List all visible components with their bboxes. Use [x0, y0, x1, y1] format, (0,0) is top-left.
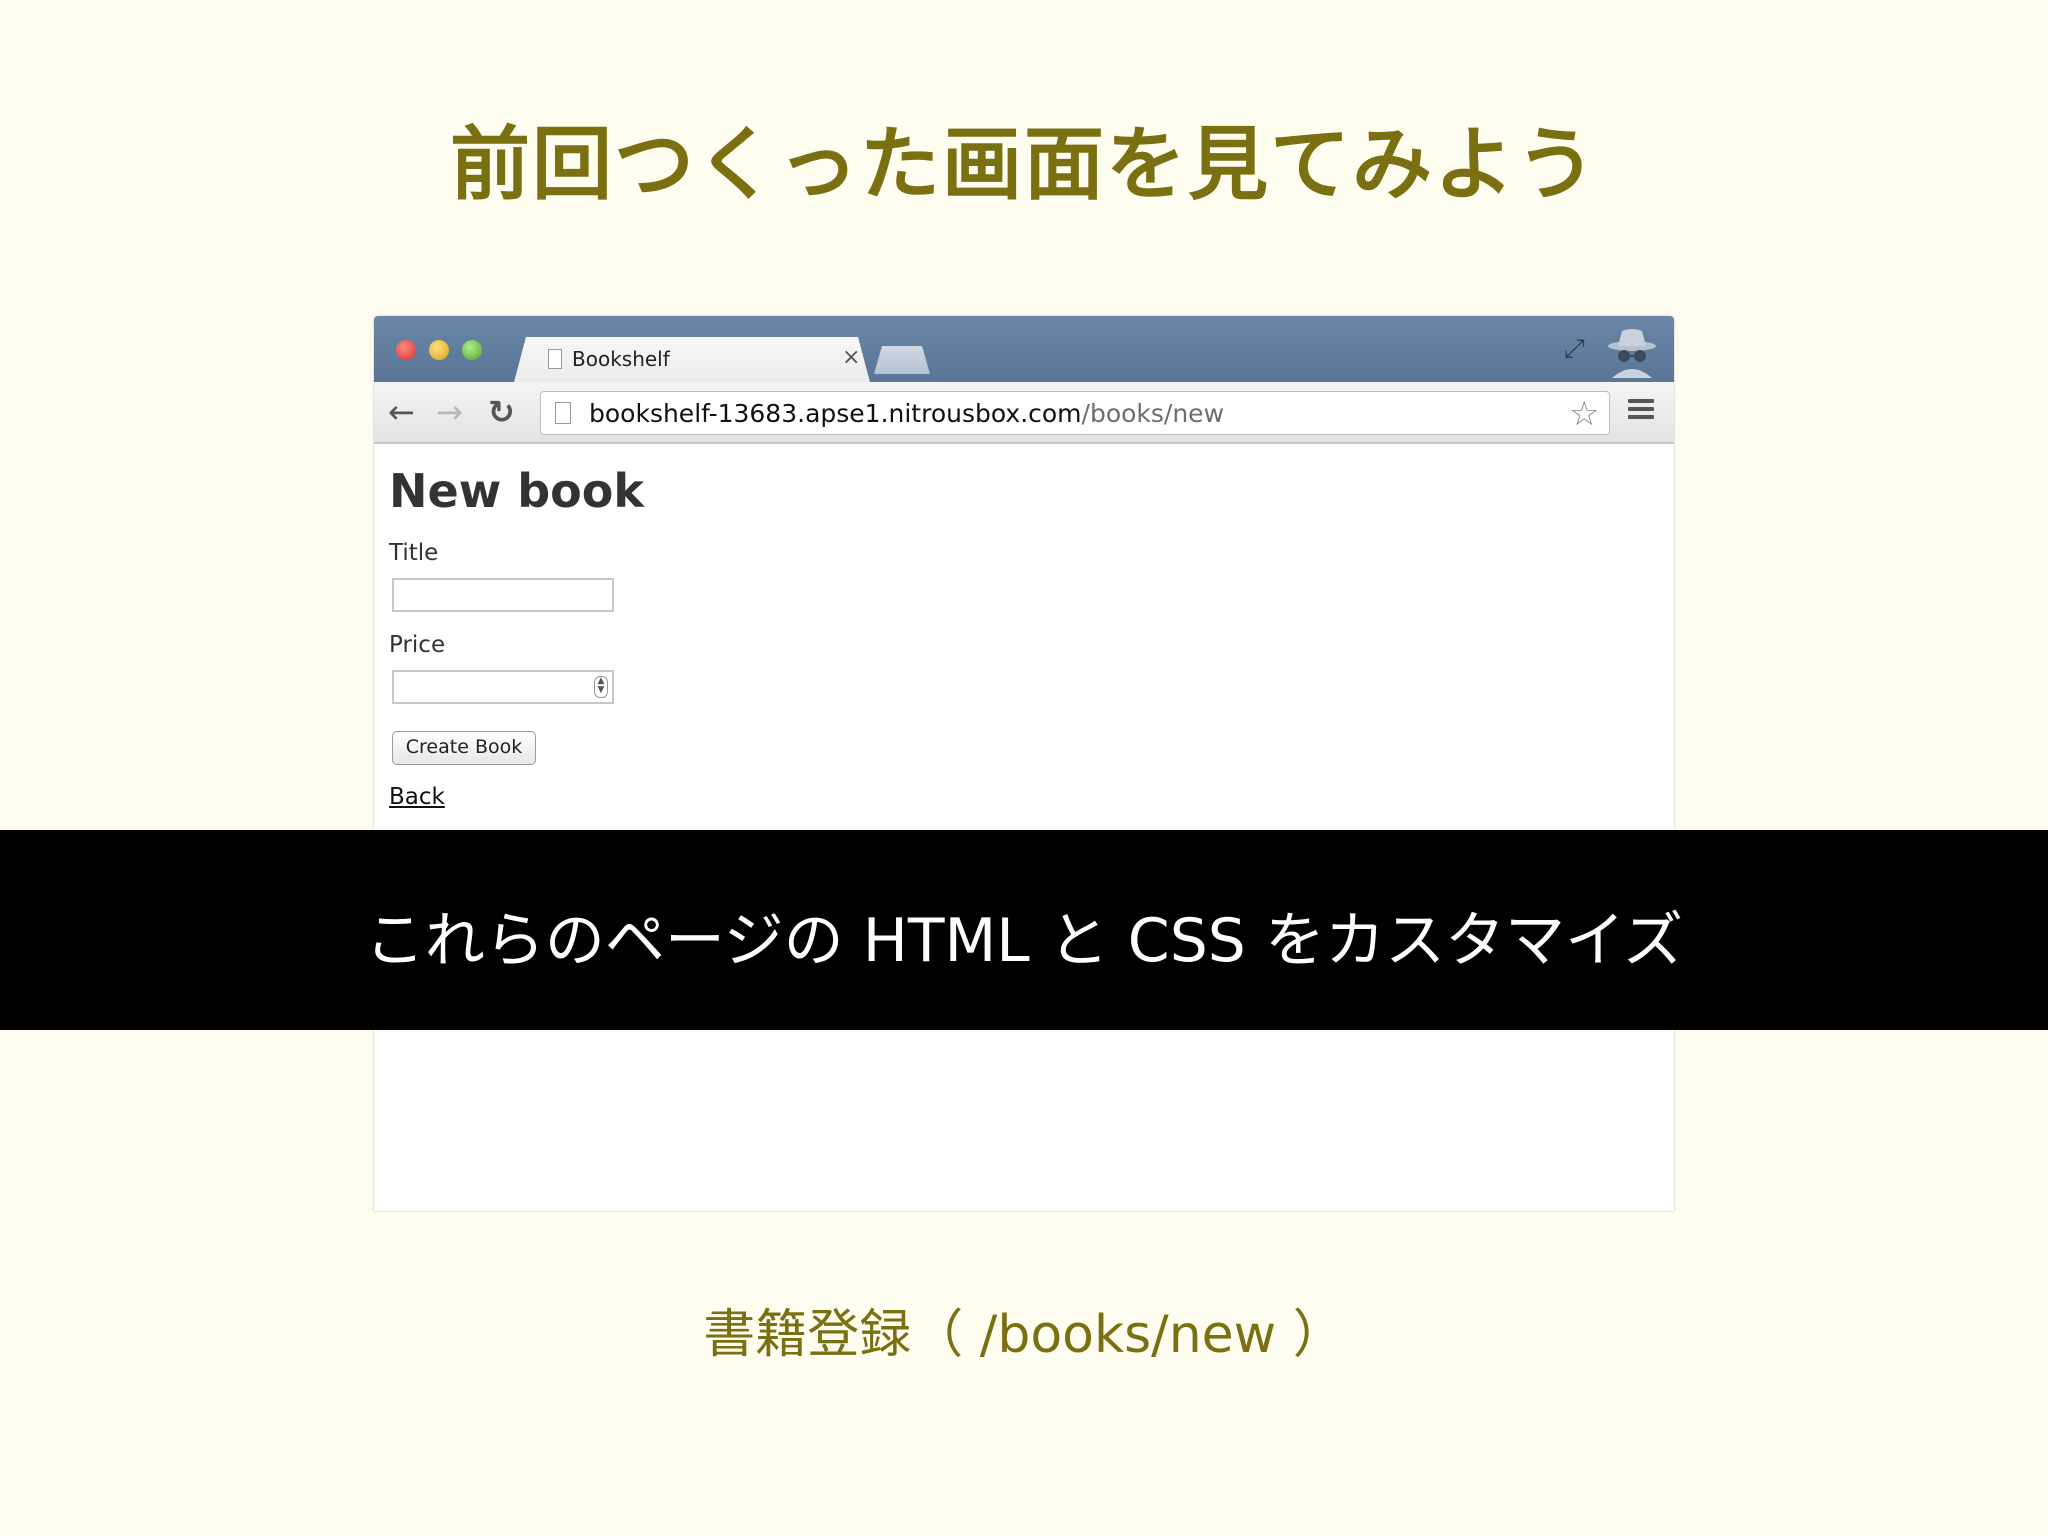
caption-text: これらのページの HTML と CSS をカスタマイズ — [364, 906, 1684, 976]
tab-close-icon[interactable]: × — [842, 345, 860, 370]
close-window-button[interactable] — [396, 340, 416, 360]
price-label: Price — [389, 632, 446, 658]
page-icon — [555, 402, 571, 424]
slide-title: 前回つくった画面を見てみよう — [450, 118, 1598, 211]
page-icon — [548, 349, 562, 369]
caption-bar: これらのページの HTML と CSS をカスタマイズ — [0, 830, 2048, 1030]
bookmark-star-icon[interactable]: ☆ — [1569, 394, 1599, 434]
address-bar[interactable]: bookshelf-13683.apse1.nitrousbox.com/boo… — [540, 391, 1610, 435]
title-input[interactable] — [392, 578, 614, 612]
title-label: Title — [389, 540, 439, 566]
url-host: bookshelf-13683.apse1.nitrousbox.com — [589, 399, 1082, 428]
forward-button[interactable]: → — [436, 392, 463, 432]
bottom-caption: 書籍登録（ /books/new ） — [703, 1305, 1345, 1365]
new-tab-button[interactable] — [874, 346, 930, 374]
create-book-button[interactable]: Create Book — [392, 731, 536, 765]
browser-toolbar: ← → ↻ bookshelf-13683.apse1.nitrousbox.c… — [374, 382, 1674, 444]
price-input[interactable]: ▲ ▼ — [392, 670, 614, 704]
tab-bookshelf[interactable]: Bookshelf × — [514, 337, 870, 382]
tab-title: Bookshelf — [572, 347, 670, 371]
fullscreen-icon[interactable]: ⤢ — [1564, 334, 1585, 365]
url-text: bookshelf-13683.apse1.nitrousbox.com/boo… — [589, 400, 1224, 428]
menu-icon[interactable] — [1628, 395, 1656, 423]
back-link[interactable]: Back — [389, 784, 445, 810]
page-heading: New book — [389, 464, 644, 518]
minimize-window-button[interactable] — [429, 340, 449, 360]
zoom-window-button[interactable] — [462, 340, 482, 360]
reload-button[interactable]: ↻ — [488, 392, 515, 432]
incognito-icon — [1608, 329, 1656, 378]
back-button[interactable]: ← — [388, 392, 415, 432]
url-path: /books/new — [1081, 399, 1225, 428]
browser-titlebar: Bookshelf × ⤢ — [374, 316, 1674, 382]
page-content: New book Title Price ▲ ▼ Create Book Back — [374, 444, 1674, 1211]
price-stepper[interactable]: ▲ ▼ — [594, 676, 608, 698]
browser-window: Bookshelf × ⤢ ← → ↻ bookshelf-13683.apse… — [374, 316, 1674, 1211]
